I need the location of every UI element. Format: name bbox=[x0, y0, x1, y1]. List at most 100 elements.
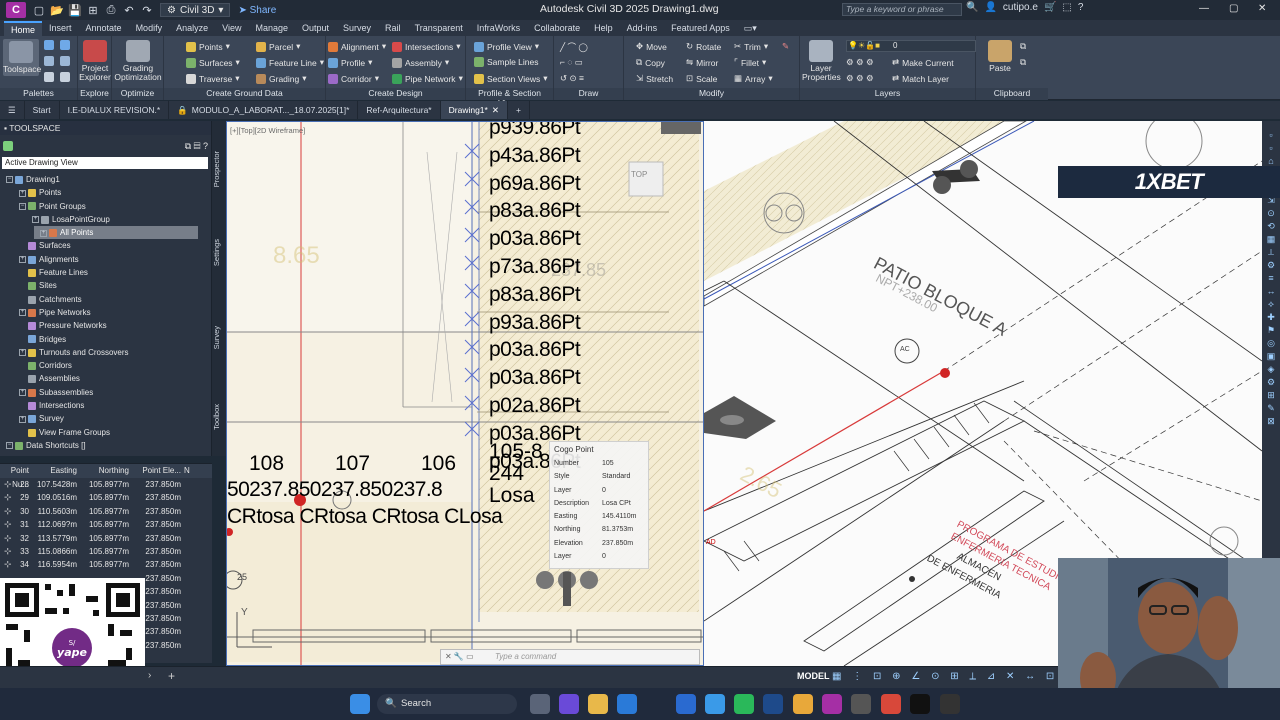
tree-item[interactable]: Sites bbox=[0, 279, 211, 292]
command-close-icon[interactable]: ✕ 🔧 ▭ bbox=[445, 650, 474, 664]
col-northing[interactable]: Northing bbox=[80, 464, 132, 478]
table-row[interactable]: ⊹ 29 109.0516m 105.8977m 237.850m bbox=[0, 491, 212, 504]
copilot-icon[interactable] bbox=[559, 694, 579, 714]
tree-item[interactable]: Assemblies bbox=[0, 372, 211, 385]
expand-toggle-icon[interactable]: + bbox=[32, 216, 39, 224]
prospector-icon[interactable] bbox=[44, 40, 54, 50]
tree-item[interactable]: + Points bbox=[0, 186, 211, 199]
doc-tab-start[interactable]: Start bbox=[25, 101, 60, 119]
traverse-button[interactable]: Traverse ▾ bbox=[186, 73, 240, 84]
col-point-elevation[interactable]: Point Ele... bbox=[132, 464, 184, 478]
expand-toggle-icon[interactable]: − bbox=[6, 442, 13, 450]
tree-item[interactable]: − Drawing1 bbox=[0, 173, 211, 186]
model-viewport-left[interactable]: [+][Top][2D Wireframe] 8.65 237.85 TOP p… bbox=[226, 121, 704, 666]
tab-manage[interactable]: Manage bbox=[248, 21, 295, 36]
expand-toggle-icon[interactable]: + bbox=[40, 229, 47, 237]
layout-arrow-icon[interactable]: › bbox=[148, 670, 151, 681]
civil3d-taskbar-icon[interactable] bbox=[822, 694, 842, 714]
copy-button[interactable]: ⧉ Copy bbox=[636, 57, 665, 68]
tool-palettes-icon[interactable] bbox=[44, 56, 54, 66]
expand-toggle-icon[interactable]: + bbox=[19, 256, 26, 264]
vtab-settings[interactable]: Settings bbox=[212, 239, 226, 266]
expand-toggle-icon[interactable]: − bbox=[19, 202, 26, 210]
expand-toggle-icon[interactable]: − bbox=[6, 176, 13, 184]
surfaces-button[interactable]: Surfaces ▾ bbox=[186, 57, 240, 68]
minimize-icon[interactable]: — bbox=[1199, 3, 1209, 14]
dx-icon[interactable] bbox=[940, 694, 960, 714]
tab-output[interactable]: Output bbox=[295, 21, 336, 36]
whatsapp-icon[interactable] bbox=[734, 694, 754, 714]
tab-collaborate[interactable]: Collaborate bbox=[527, 21, 587, 36]
tab-help[interactable]: Help bbox=[587, 21, 620, 36]
profile-button[interactable]: Profile ▾ bbox=[328, 57, 372, 68]
array-button[interactable]: ▦ Array ▾ bbox=[734, 73, 773, 84]
command-line[interactable]: ✕ 🔧 ▭ Type a command bbox=[440, 649, 700, 665]
design-center-icon[interactable] bbox=[60, 56, 70, 66]
palettes-title[interactable]: Palettes bbox=[0, 88, 77, 100]
create-ground-data-title[interactable]: Create Ground Data bbox=[164, 88, 325, 100]
refresh-icon[interactable] bbox=[3, 141, 13, 151]
undo-icon[interactable]: ↶ bbox=[122, 3, 136, 17]
close-tab-icon[interactable]: ✕ bbox=[492, 101, 499, 119]
status-toggles-icons[interactable]: ▦ ⋮ ⊡ ⊕ ∠ ⊙ ⊞ ⟂ ⊿ ✕ ↔ ⊡ bbox=[832, 671, 1058, 682]
table-row[interactable]: ⊹ 33 115.0866m 105.8977m 237.850m bbox=[0, 545, 212, 558]
menu-icon[interactable]: ☰ bbox=[0, 101, 25, 119]
points-button[interactable]: Points ▾ bbox=[186, 41, 230, 52]
move-button[interactable]: ✥ Move bbox=[636, 41, 667, 52]
tree-item[interactable]: + LosaPointGroup bbox=[0, 213, 211, 226]
grading-button[interactable]: Grading ▾ bbox=[256, 73, 307, 84]
tree-item[interactable]: Bridges bbox=[0, 333, 211, 346]
tab-rail[interactable]: Rail bbox=[378, 21, 408, 36]
tree-item[interactable]: Surfaces bbox=[0, 239, 211, 252]
tab-home[interactable]: Home bbox=[4, 21, 43, 36]
help-icon[interactable]: ? bbox=[1078, 2, 1084, 13]
vscode-icon[interactable] bbox=[763, 694, 783, 714]
search-icon[interactable]: 🔍 bbox=[966, 2, 978, 13]
tab-modify[interactable]: Modify bbox=[129, 21, 170, 36]
tree-item[interactable]: Catchments bbox=[0, 293, 211, 306]
vtab-toolbox[interactable]: Toolbox bbox=[212, 404, 226, 430]
tree-item[interactable]: Feature Lines bbox=[0, 266, 211, 279]
active-drawing-view-select[interactable]: Active Drawing View bbox=[2, 157, 208, 169]
col-point-number[interactable]: Point Nu... bbox=[0, 464, 32, 489]
trim-button[interactable]: ✂ Trim ▾ bbox=[734, 41, 768, 52]
mirror-button[interactable]: ⇋ Mirror bbox=[686, 57, 718, 68]
expand-toggle-icon[interactable]: + bbox=[19, 389, 26, 397]
layer-states-icon[interactable] bbox=[44, 72, 54, 82]
table-row[interactable]: ⊹ 31 112.069?m 105.8977m 237.850m bbox=[0, 518, 212, 531]
make-current-button[interactable]: ⇄ Make Current bbox=[892, 57, 954, 68]
expand-toggle-icon[interactable]: + bbox=[19, 349, 26, 357]
tab-survey[interactable]: Survey bbox=[336, 21, 378, 36]
tab-transparent[interactable]: Transparent bbox=[408, 21, 470, 36]
tree-item[interactable]: + Turnouts and Crossovers bbox=[0, 346, 211, 359]
tab-insert[interactable]: Insert bbox=[42, 21, 79, 36]
profile-view-button[interactable]: Profile View ▾ bbox=[474, 41, 539, 52]
doc-tab-drawing1[interactable]: Drawing1* ✕ bbox=[440, 101, 508, 119]
cart-icon[interactable]: 🛒 bbox=[1044, 2, 1056, 13]
tiktok-icon[interactable] bbox=[910, 694, 930, 714]
taskbar-search[interactable]: 🔍 Search bbox=[377, 694, 517, 714]
grading-optimization-button[interactable]: Grading Optimization bbox=[114, 40, 162, 82]
tree-item[interactable]: View Frame Groups bbox=[0, 426, 211, 439]
close-icon[interactable]: ✕ bbox=[1258, 3, 1266, 14]
file-explorer-icon[interactable] bbox=[588, 694, 608, 714]
chrome-icon[interactable] bbox=[793, 694, 813, 714]
viewport-label[interactable]: [+][Top][2D Wireframe] bbox=[230, 126, 305, 135]
vtab-prospector[interactable]: Prospector bbox=[212, 151, 226, 187]
redo-icon[interactable]: ↷ bbox=[140, 3, 154, 17]
share-button[interactable]: ➤ Share bbox=[238, 5, 276, 16]
plot-icon[interactable]: ⎙ bbox=[104, 3, 118, 17]
col-easting[interactable]: Easting bbox=[32, 464, 80, 478]
rotate-button[interactable]: ↻ Rotate bbox=[686, 41, 721, 52]
tree-item[interactable]: + Pipe Networks bbox=[0, 306, 211, 319]
expand-toggle-icon[interactable]: + bbox=[19, 189, 26, 197]
project-explorer-button[interactable]: Project Explorer bbox=[79, 40, 111, 82]
cut-icon[interactable]: ⧉ bbox=[1020, 41, 1026, 52]
tab-featured-apps[interactable]: Featured Apps bbox=[664, 21, 737, 36]
command-input[interactable]: Type a command bbox=[495, 652, 556, 661]
layer-tools2-icon[interactable]: ⚙ ⚙ ⚙ bbox=[846, 73, 874, 84]
create-design-title[interactable]: Create Design bbox=[326, 88, 465, 100]
sample-lines-button[interactable]: Sample Lines bbox=[474, 57, 539, 67]
save-icon[interactable]: 💾 bbox=[68, 3, 82, 17]
erase-icon[interactable]: ✎ bbox=[782, 41, 789, 52]
